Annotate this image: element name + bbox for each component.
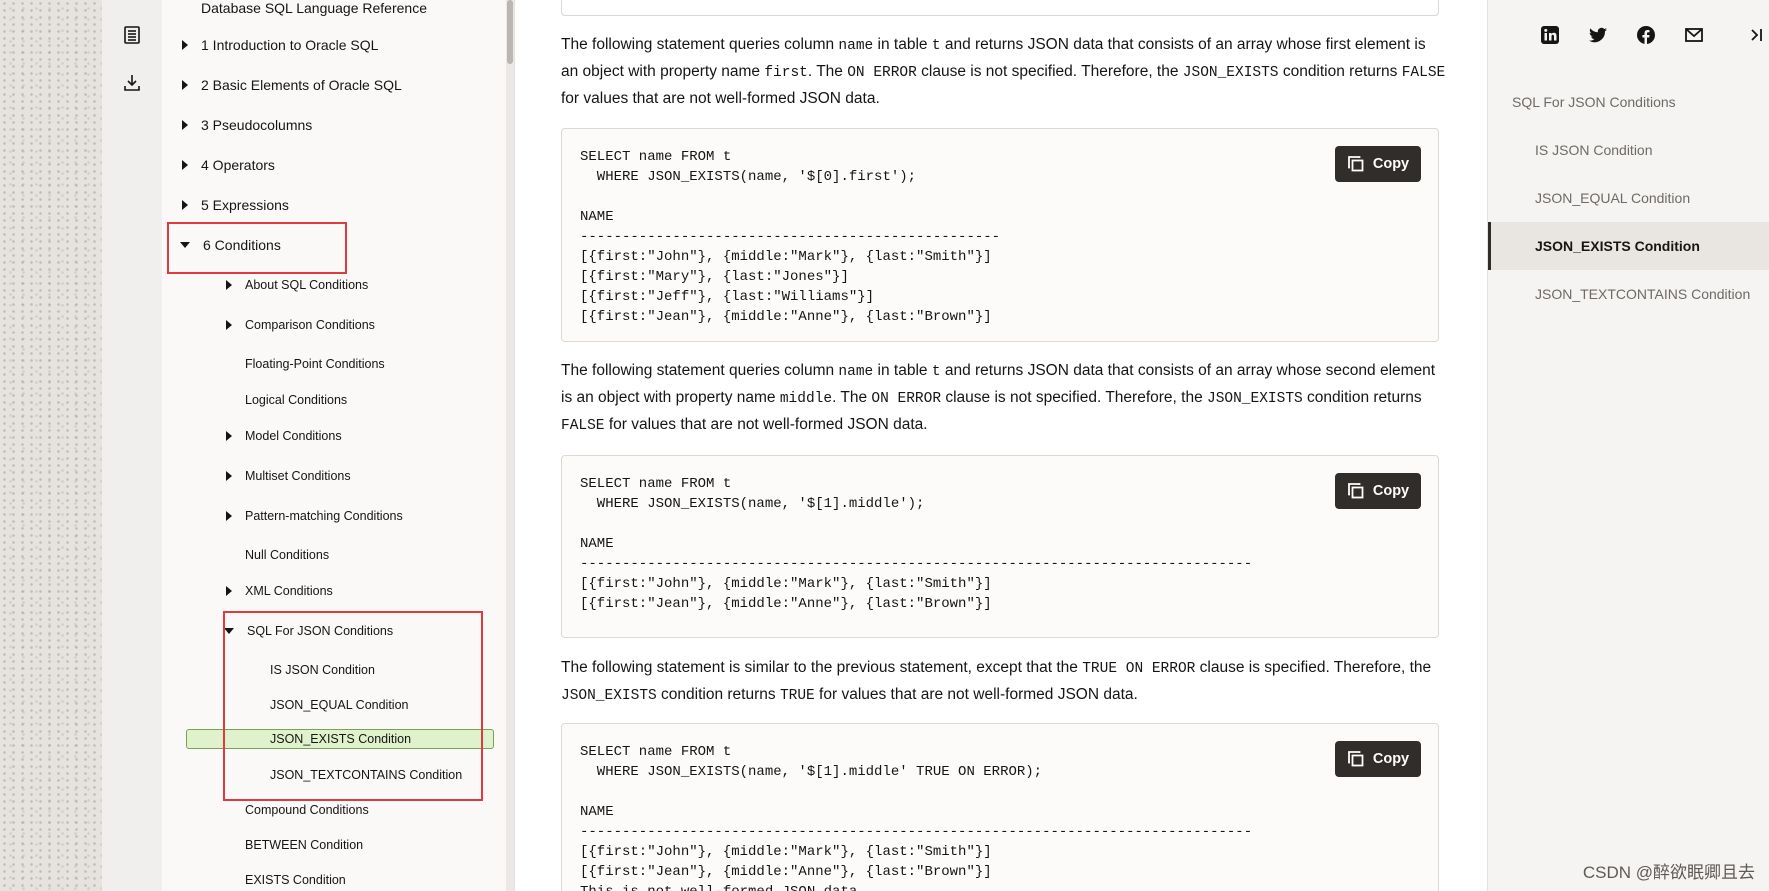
toc-item-model-conditions[interactable]: Model Conditions [226,429,342,443]
decorative-background [0,0,102,891]
toc-item-book-title[interactable]: Database SQL Language Reference [201,0,427,16]
caret-right-icon [226,320,232,330]
toc-item-multiset-conditions[interactable]: Multiset Conditions [226,469,351,483]
icon-rail [102,0,162,891]
watermark: CSDN @醉欲眠卿且去 [1582,863,1755,882]
copy-icon [1347,751,1364,767]
toc-item-label: Database SQL Language Reference [201,0,427,16]
caret-right-icon [182,80,188,90]
code-text: SELECT name FROM t WHERE JSON_EXISTS(nam… [580,476,1253,612]
caret-right-icon [182,200,188,210]
toc-item-label: Compound Conditions [245,803,369,817]
on-page-item-json-textcontains[interactable]: JSON_TEXTCONTAINS Condition [1488,270,1769,318]
caret-right-icon [182,120,188,130]
main-content: The following statement queries column n… [515,0,1487,891]
toc-item-basic-elements[interactable]: 2 Basic Elements of Oracle SQL [182,77,402,93]
collapse-panel-icon[interactable] [1746,25,1766,45]
toc-item-introduction[interactable]: 1 Introduction to Oracle SQL [182,37,378,53]
caret-right-icon [226,431,232,441]
caret-right-icon [226,586,232,596]
toc-item-label: Pattern-matching Conditions [245,509,403,523]
toc-item-label: 4 Operators [201,157,275,173]
toc-item-label: 3 Pseudocolumns [201,117,313,133]
caret-right-icon [182,160,188,170]
caret-right-icon [226,471,232,481]
toc-item-operators[interactable]: 4 Operators [182,157,275,173]
highlight-box-json-conditions [223,611,483,801]
toc-item-label: Logical Conditions [245,393,348,407]
linkedin-icon[interactable] [1540,25,1560,45]
toc-item-pseudocolumns[interactable]: 3 Pseudocolumns [182,117,312,133]
on-page-item-json-exists[interactable]: JSON_EXISTS Condition [1488,222,1769,270]
toc-item-label: 5 Expressions [201,197,289,213]
toc-item-expressions[interactable]: 5 Expressions [182,197,289,213]
toc-item-between-condition[interactable]: BETWEEN Condition [245,838,363,852]
toc-item-label: Null Conditions [245,548,330,562]
download-icon[interactable] [122,73,142,93]
toc-item-pattern-matching-conditions[interactable]: Pattern-matching Conditions [226,509,403,523]
caret-right-icon [226,511,232,521]
twitter-icon[interactable] [1588,25,1608,45]
caret-right-icon [226,280,232,290]
toc-scrollbar-thumb[interactable] [507,0,513,64]
toc-scrollbar[interactable] [506,0,514,891]
toc-item-label: Multiset Conditions [245,469,351,483]
toc-item-label: 2 Basic Elements of Oracle SQL [201,77,402,93]
toc-icon[interactable] [122,25,142,45]
copy-button[interactable]: Copy [1335,473,1421,509]
on-page-heading[interactable]: SQL For JSON Conditions [1488,78,1769,126]
toc-item-about-sql-conditions[interactable]: About SQL Conditions [226,278,368,292]
toc-item-label: BETWEEN Condition [245,838,364,852]
copy-button[interactable]: Copy [1335,741,1421,777]
code-block-1: SELECT name FROM t WHERE JSON_EXISTS(nam… [561,128,1439,342]
on-page-item-json-equal[interactable]: JSON_EQUAL Condition [1488,174,1769,222]
toc-item-label: EXISTS Condition [245,873,346,887]
code-block-2: SELECT name FROM t WHERE JSON_EXISTS(nam… [561,455,1439,638]
toc-item-label: XML Conditions [245,584,333,598]
code-block-top [561,0,1439,16]
code-text: SELECT name FROM t WHERE JSON_EXISTS(nam… [580,744,1253,891]
paragraph-second: The following statement queries column n… [561,362,1436,434]
copy-icon [1347,483,1364,499]
toc-item-label: Comparison Conditions [245,318,375,332]
on-page-item-is-json[interactable]: IS JSON Condition [1488,126,1769,174]
paragraph-first: The following statement queries column n… [561,36,1446,107]
toc-item-compound-conditions[interactable]: Compound Conditions [245,803,369,817]
highlight-box-conditions [167,222,347,274]
facebook-icon[interactable] [1636,25,1656,45]
copy-button[interactable]: Copy [1335,146,1421,182]
toc-item-floating-point-conditions[interactable]: Floating-Point Conditions [245,357,385,371]
on-this-page-panel: SQL For JSON Conditions IS JSON Conditio… [1487,0,1769,891]
toc-item-label: Model Conditions [245,429,342,443]
code-block-3: SELECT name FROM t WHERE JSON_EXISTS(nam… [561,723,1439,891]
toc-item-null-conditions[interactable]: Null Conditions [245,548,329,562]
toc-item-label: About SQL Conditions [245,278,369,292]
email-icon[interactable] [1684,25,1704,45]
caret-right-icon [182,40,188,50]
toc-item-comparison-conditions[interactable]: Comparison Conditions [226,318,375,332]
code-text: SELECT name FROM t WHERE JSON_EXISTS(nam… [580,149,1001,325]
toc-item-exists-condition[interactable]: EXISTS Condition [245,873,346,887]
toc-item-xml-conditions[interactable]: XML Conditions [226,584,333,598]
toc-item-label: Floating-Point Conditions [245,357,385,371]
copy-icon [1347,156,1364,172]
paragraph-third: The following statement is similar to th… [561,659,1432,704]
toc-item-logical-conditions[interactable]: Logical Conditions [245,393,347,407]
toc-item-label: 1 Introduction to Oracle SQL [201,37,379,53]
